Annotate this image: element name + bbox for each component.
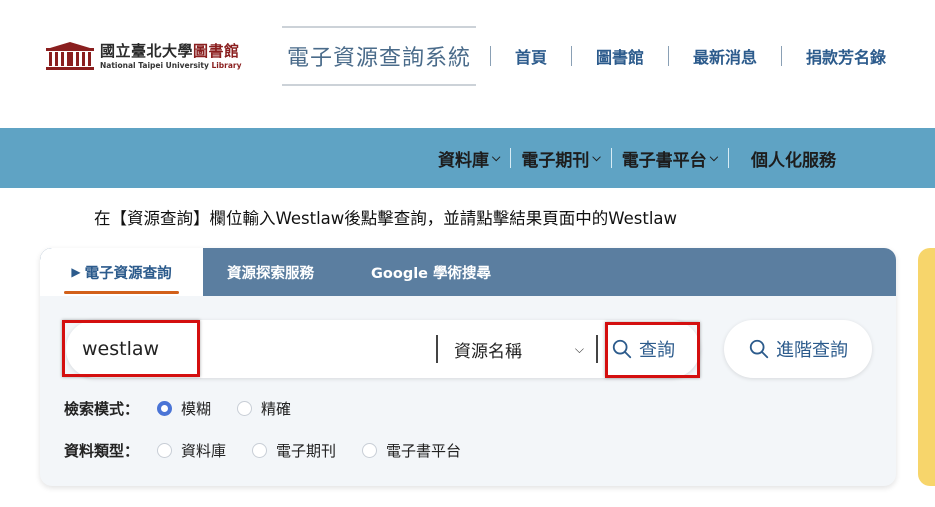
tab-discovery-service[interactable]: 資源探索服務 bbox=[227, 248, 314, 296]
radio-type-ejournal[interactable]: 電子期刊 bbox=[252, 440, 336, 461]
radio-unchecked-icon bbox=[157, 443, 173, 458]
radio-checked-icon bbox=[157, 401, 173, 416]
library-logo[interactable]: 國立臺北大學圖書館 National Taipei University Lib… bbox=[44, 40, 264, 74]
top-nav-home[interactable]: 首頁 bbox=[491, 44, 571, 68]
radio-unchecked-icon bbox=[362, 443, 378, 458]
library-building-icon bbox=[44, 42, 96, 72]
search-mode-options: 檢索模式： 模糊 精確 bbox=[64, 398, 317, 419]
tab-google-scholar[interactable]: Google 學術搜尋 bbox=[371, 248, 491, 296]
top-nav-donors[interactable]: 捐款芳名錄 bbox=[782, 44, 910, 68]
site-header: 國立臺北大學圖書館 National Taipei University Lib… bbox=[0, 0, 935, 128]
top-nav-library[interactable]: 圖書館 bbox=[572, 44, 668, 68]
chevron-down-icon: ⌵ bbox=[492, 151, 501, 164]
system-title: 電子資源查詢系統 bbox=[286, 46, 471, 71]
main-nav-bar: 資料庫 ⌵ 電子期刊 ⌵ 電子書平台 ⌵ 個人化服務 bbox=[0, 128, 935, 188]
resource-type-options: 資料類型： 資料庫 電子期刊 電子書平台 bbox=[64, 440, 487, 461]
search-field-select[interactable]: 資源名稱 ⌵ bbox=[454, 334, 584, 364]
chevron-down-icon: ⌵ bbox=[574, 341, 584, 356]
search-bar-divider bbox=[596, 335, 598, 363]
radio-mode-exact[interactable]: 精確 bbox=[237, 398, 291, 419]
nav-divider bbox=[610, 148, 612, 168]
top-nav-news[interactable]: 最新消息 bbox=[669, 44, 781, 68]
radio-type-database[interactable]: 資料庫 bbox=[157, 440, 226, 461]
logo-wordmark: 國立臺北大學圖書館 National Taipei University Lib… bbox=[100, 44, 242, 70]
advanced-search-button[interactable]: 進階查詢 bbox=[724, 320, 872, 378]
search-panel: ▶ 電子資源查詢 資源探索服務 Google 學術搜尋 資源名稱 ⌵ 查詢 進階… bbox=[40, 248, 896, 486]
radio-type-ebook[interactable]: 電子書平台 bbox=[362, 440, 461, 461]
active-tab-underline bbox=[64, 291, 179, 294]
radio-unchecked-icon bbox=[237, 401, 253, 416]
search-bar-divider bbox=[436, 335, 438, 363]
tab-eresource-search[interactable]: ▶ 電子資源查詢 bbox=[40, 248, 203, 296]
play-triangle-icon: ▶ bbox=[71, 265, 81, 279]
highlight-search-button bbox=[605, 322, 700, 378]
logo-chinese-name: 國立臺北大學圖書館 bbox=[100, 42, 240, 61]
nav-divider bbox=[510, 148, 512, 168]
main-nav-menu: 資料庫 ⌵ 電子期刊 ⌵ 電子書平台 ⌵ 個人化服務 bbox=[438, 146, 836, 171]
instruction-text: 在【資源查詢】欄位輸入Westlaw後點擊查詢，並請點擊結果頁面中的Westla… bbox=[94, 209, 678, 228]
system-title-block[interactable]: 電子資源查詢系統 bbox=[282, 26, 476, 86]
chevron-down-icon: ⌵ bbox=[709, 151, 719, 164]
search-icon bbox=[749, 339, 769, 359]
top-nav: 首頁 圖書館 最新消息 捐款芳名錄 bbox=[490, 44, 910, 68]
main-nav-databases[interactable]: 資料庫 ⌵ bbox=[438, 146, 500, 171]
chevron-down-icon: ⌵ bbox=[592, 151, 601, 164]
main-nav-ejournals[interactable]: 電子期刊 ⌵ bbox=[521, 146, 600, 171]
radio-mode-fuzzy[interactable]: 模糊 bbox=[157, 398, 211, 419]
resource-type-label: 資料類型： bbox=[64, 442, 140, 460]
search-mode-label: 檢索模式： bbox=[64, 400, 140, 418]
nav-divider bbox=[728, 148, 730, 168]
search-tabs: ▶ 電子資源查詢 資源探索服務 Google 學術搜尋 bbox=[40, 248, 896, 296]
main-nav-personal[interactable]: 個人化服務 bbox=[751, 146, 836, 171]
side-panel-card bbox=[918, 248, 935, 486]
radio-unchecked-icon bbox=[252, 443, 268, 458]
highlight-search-input bbox=[62, 320, 200, 377]
logo-english-name: National Taipei University Library bbox=[100, 61, 242, 71]
main-nav-ebooks[interactable]: 電子書平台 ⌵ bbox=[622, 146, 718, 171]
